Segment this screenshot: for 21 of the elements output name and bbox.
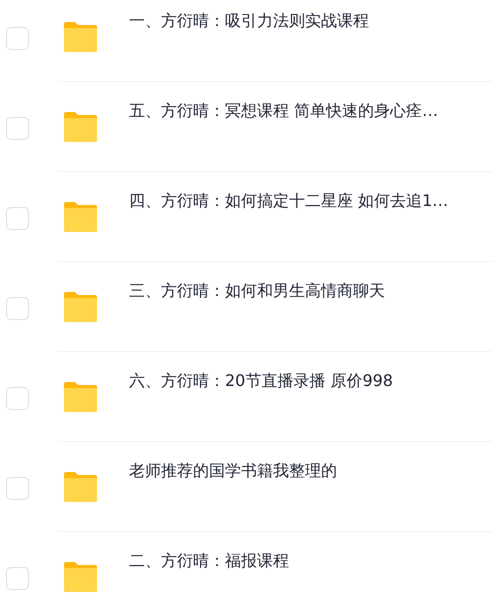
folder-icon <box>62 291 99 323</box>
folder-name[interactable]: 五、方衍晴：冥想课程 简单快速的身心痊… <box>129 100 438 122</box>
checkbox[interactable] <box>6 297 29 320</box>
folder-icon <box>62 111 99 143</box>
folder-icon <box>62 21 99 53</box>
folder-name[interactable]: 一、方衍晴：吸引力法则实战课程 <box>129 10 369 32</box>
checkbox[interactable] <box>6 387 29 410</box>
checkbox[interactable] <box>6 567 29 590</box>
folder-name[interactable]: 二、方衍晴：福报课程 <box>129 550 289 572</box>
folder-icon <box>62 201 99 233</box>
checkbox[interactable] <box>6 477 29 500</box>
folder-name[interactable]: 三、方衍晴：如何和男生高情商聊天 <box>129 280 385 302</box>
checkbox[interactable] <box>6 27 29 50</box>
folder-icon <box>62 381 99 413</box>
checkbox[interactable] <box>6 207 29 230</box>
checkbox[interactable] <box>6 117 29 140</box>
folder-name[interactable]: 老师推荐的国学书籍我整理的 <box>129 460 337 482</box>
folder-name[interactable]: 四、方衍晴：如何搞定十二星座 如何去追1… <box>129 190 448 212</box>
folder-name[interactable]: 六、方衍晴：20节直播录播 原价998 <box>129 370 393 392</box>
folder-icon <box>62 561 99 593</box>
folder-icon <box>62 471 99 503</box>
